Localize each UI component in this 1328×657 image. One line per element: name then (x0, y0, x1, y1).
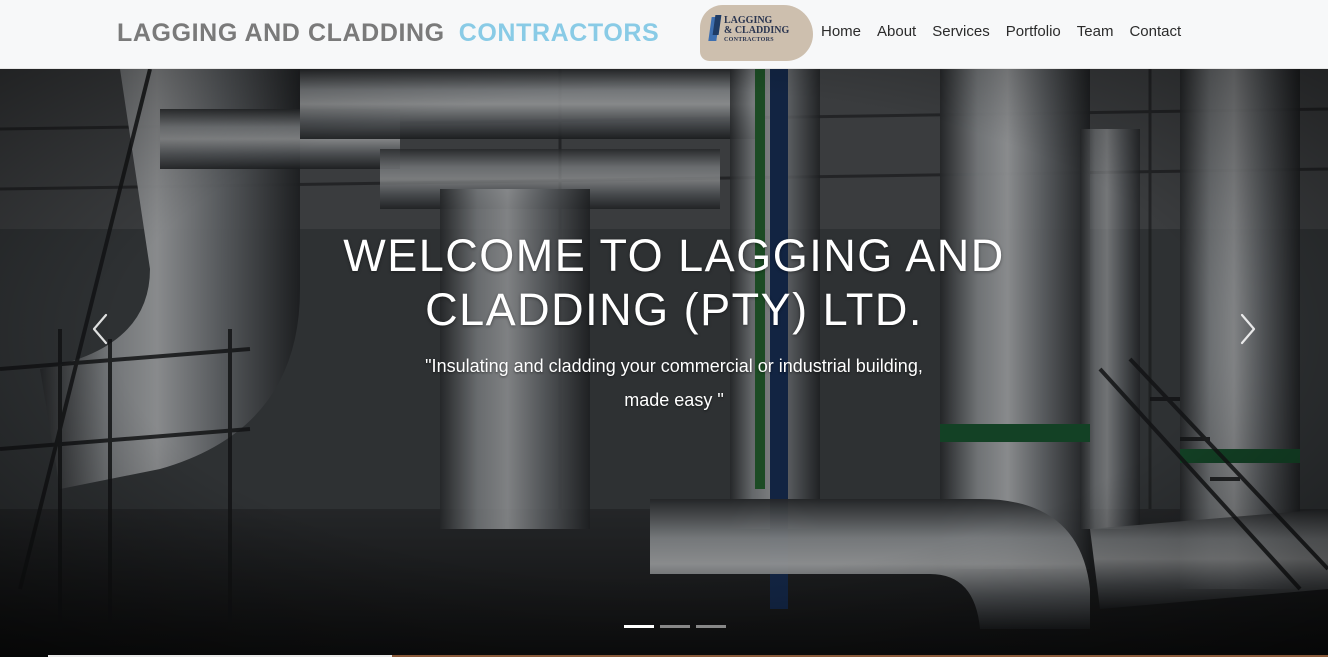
logo-text-line2: & CLADDING (724, 25, 790, 36)
carousel-indicator-3[interactable] (696, 625, 726, 628)
main-nav: Home About Services Portfolio Team Conta… (821, 22, 1181, 42)
nav-portfolio[interactable]: Portfolio (1006, 22, 1061, 42)
chevron-left-icon (92, 313, 108, 345)
nav-services[interactable]: Services (932, 22, 990, 42)
chevron-right-icon (1240, 313, 1256, 345)
carousel-prev-button[interactable] (86, 309, 116, 349)
nav-team[interactable]: Team (1077, 22, 1114, 42)
brand-name[interactable]: LAGGING AND CLADDING CONTRACTORS (117, 17, 659, 49)
logo-mark-dark (712, 15, 722, 35)
hero-carousel: WELCOME TO LAGGING AND CLADDING (PTY) LT… (0, 69, 1328, 657)
carousel-indicator-1[interactable] (624, 625, 654, 628)
carousel-indicator-2[interactable] (660, 625, 690, 628)
brand-name-primary: LAGGING AND CLADDING (117, 19, 445, 47)
carousel-next-button[interactable] (1232, 309, 1262, 349)
logo-text-line3: CONTRACTORS (724, 37, 774, 43)
nav-home[interactable]: Home (821, 22, 861, 42)
carousel-indicators (624, 625, 726, 628)
company-logo[interactable]: LAGGING & CLADDING CONTRACTORS (700, 5, 813, 61)
brand-name-secondary: CONTRACTORS (458, 19, 660, 47)
site-header: LAGGING AND CLADDING CONTRACTORS LAGGING … (0, 0, 1328, 69)
hero-title: WELCOME TO LAGGING AND CLADDING (PTY) LT… (343, 230, 1005, 335)
hero-subtitle: "Insulating and cladding your commercial… (425, 356, 923, 410)
nav-about[interactable]: About (877, 22, 916, 42)
nav-contact[interactable]: Contact (1129, 22, 1181, 42)
